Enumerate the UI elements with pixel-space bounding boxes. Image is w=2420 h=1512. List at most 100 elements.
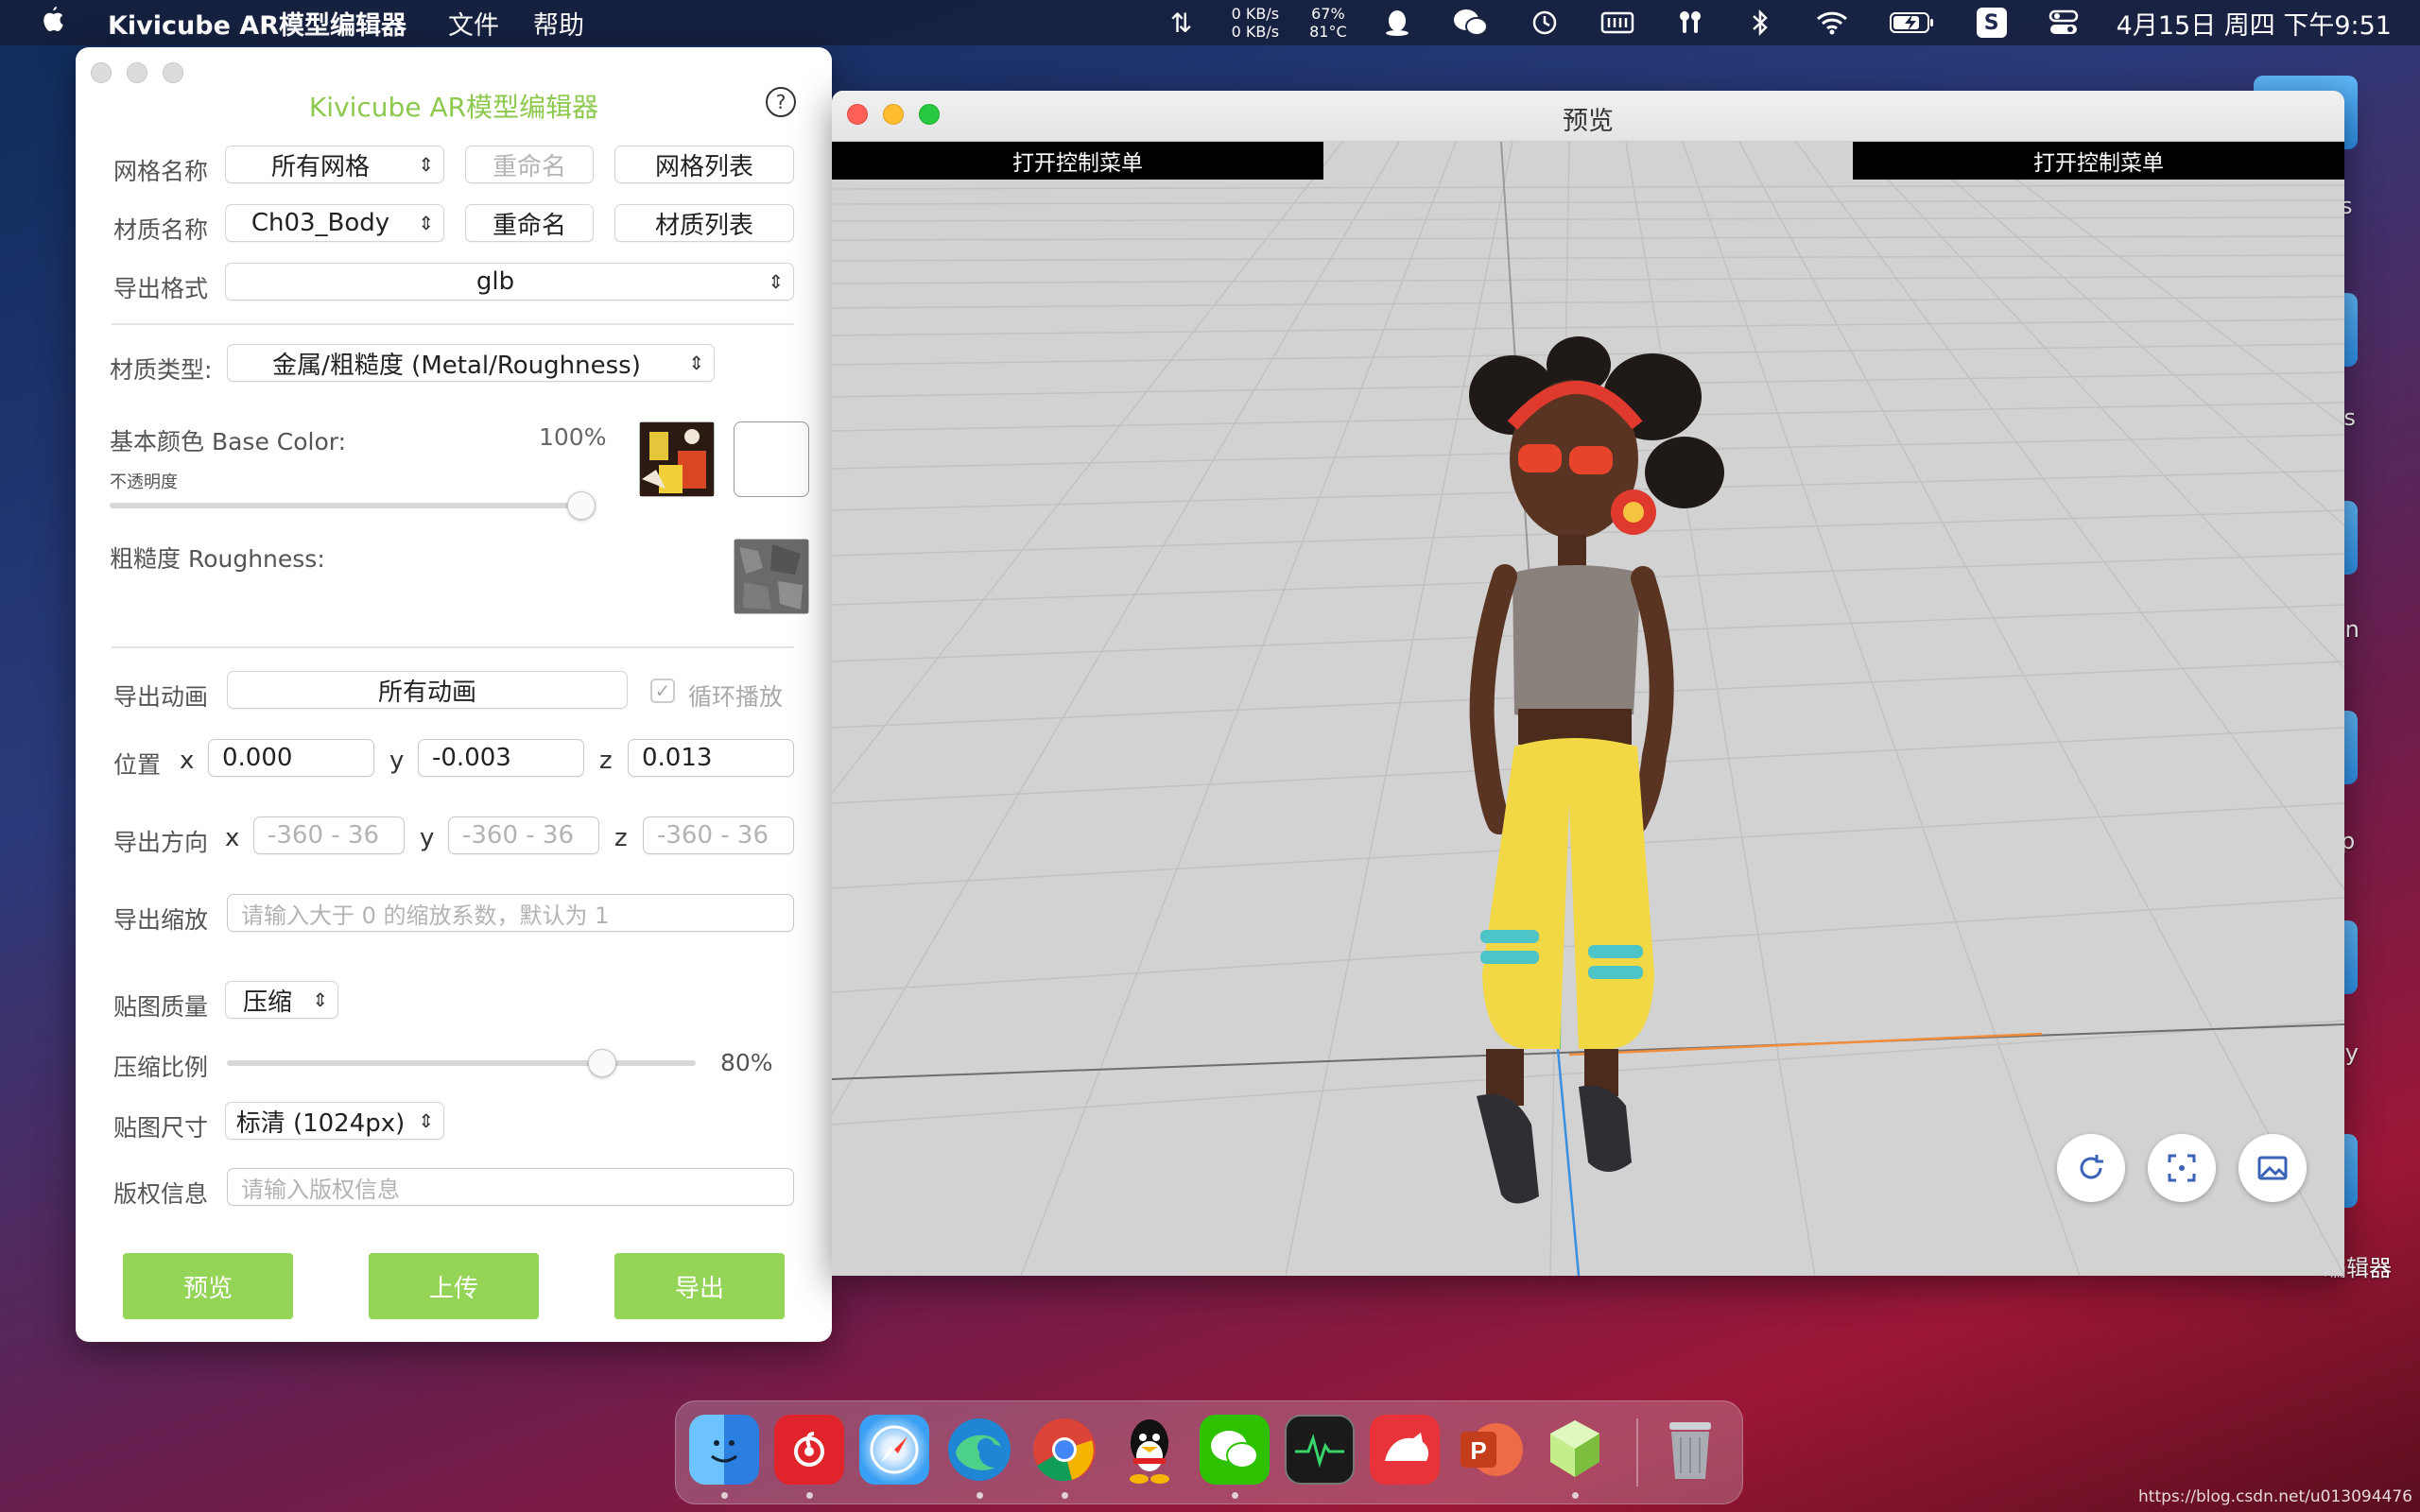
netease-music-icon[interactable] [774,1415,844,1485]
mesh-list-button[interactable]: 网格列表 [614,146,794,183]
bear-icon[interactable] [1370,1415,1440,1485]
loop-checkbox[interactable]: ✓ [650,679,675,703]
rot-y-input[interactable]: -360 - 36 [448,816,599,854]
wechat-menubar-icon[interactable] [1453,8,1489,38]
time-machine-icon[interactable] [1530,9,1559,37]
close-icon[interactable] [91,62,112,83]
material-type-label: 材质类型: [110,356,213,384]
menubar: Kivicube AR模型编辑器 文件 帮助 ⇅ 0 KB/s 0 KB/s 6… [0,0,2420,45]
kivicube-icon[interactable] [1540,1415,1610,1485]
material-select[interactable]: Ch03_Body ⇕ [225,204,444,242]
chrome-icon[interactable] [1029,1415,1099,1485]
section-divider [112,323,794,325]
base-color-swatch[interactable] [734,421,809,497]
svg-text:P: P [1470,1436,1486,1465]
opacity-label: 不透明度 [110,472,178,492]
trash-icon[interactable] [1655,1415,1725,1485]
chevron-updown-icon: ⇕ [768,270,784,293]
material-list-button[interactable]: 材质列表 [614,204,794,242]
network-speed[interactable]: 0 KB/s 0 KB/s [1232,5,1279,41]
roughness-label: 粗糙度 Roughness: [110,545,325,573]
scale-input[interactable]: 请输入大于 0 的缩放系数，默认为 1 [227,894,794,932]
menubar-clock[interactable]: 4月15日 周四 下午9:51 [2117,5,2392,42]
mesh-rename-button[interactable]: 重命名 [465,146,594,183]
compress-slider-knob[interactable] [587,1049,616,1077]
screenshot-button[interactable] [2238,1134,2307,1202]
export-button[interactable]: 导出 [614,1253,785,1319]
pos-x-input[interactable]: 0.000 [208,739,374,777]
rot-x-label: x [225,824,240,852]
airpods-icon[interactable] [1676,9,1704,37]
chevron-updown-icon: ⇕ [418,1109,434,1132]
battery-icon[interactable] [1889,11,1935,34]
dock-separator [1636,1418,1638,1486]
wifi-icon[interactable] [1816,9,1848,36]
control-menu-right-button[interactable]: 打开控制菜单 [1853,142,2344,180]
net-down-text: 0 KB/s [1231,23,1280,41]
roughness-texture-thumbnail[interactable] [734,539,809,614]
minimize-icon[interactable] [127,62,147,83]
memory-icon[interactable] [1600,10,1634,35]
network-arrows-icon[interactable]: ⇅ [1167,8,1196,39]
rot-z-input[interactable]: -360 - 36 [643,816,794,854]
export-animation-label: 导出动画 [113,683,209,711]
cpu-stats[interactable]: 67% 81°C [1309,5,1347,41]
activity-monitor-icon[interactable] [1285,1415,1355,1485]
preview-button[interactable]: 预览 [123,1253,293,1319]
chevron-updown-icon: ⇕ [418,212,434,234]
pos-y-input[interactable]: -0.003 [418,739,584,777]
preview-window: 预览 打开控制菜单 打开控制菜单 [832,91,2344,1276]
edge-icon[interactable] [944,1415,1014,1485]
fit-view-button[interactable] [2148,1134,2216,1202]
compress-slider-track[interactable] [227,1060,696,1066]
rot-y-label: y [420,824,435,852]
animation-select[interactable]: 所有动画 [227,671,628,709]
safari-icon[interactable] [859,1415,929,1485]
menubar-app-name[interactable]: Kivicube AR模型编辑器 [108,5,406,42]
zoom-icon[interactable] [163,62,183,83]
material-select-value: Ch03_Body [251,209,390,237]
wechat-icon[interactable] [1200,1415,1270,1485]
control-center-icon[interactable] [2048,9,2079,36]
chevron-updown-icon: ⇕ [312,988,328,1011]
running-indicator [1232,1492,1238,1499]
apple-icon[interactable] [25,5,79,41]
upload-button[interactable]: 上传 [369,1253,539,1319]
texture-quality-select[interactable]: 压缩 ⇕ [225,981,338,1019]
pos-x-label: x [180,747,195,775]
opacity-slider-knob[interactable] [567,491,596,520]
export-format-select[interactable]: glb ⇕ [225,263,794,301]
running-indicator [721,1492,728,1499]
bluetooth-icon[interactable] [1746,9,1774,37]
base-color-percent: 100% [539,423,607,451]
opacity-slider-track[interactable] [110,503,590,508]
preview-title: 预览 [1563,107,1614,136]
3d-viewport[interactable]: 打开控制菜单 打开控制菜单 [832,142,2344,1276]
base-color-texture-thumbnail[interactable] [639,421,715,497]
rotation-label: 导出方向 [113,829,209,856]
sogou-input-icon[interactable]: S [1976,8,2007,38]
editor-title: Kivicube AR模型编辑器 [308,92,599,123]
export-format-value: glb [475,267,515,296]
qq-icon[interactable] [1115,1415,1184,1485]
control-menu-left-button[interactable]: 打开控制菜单 [832,142,1323,180]
finder-icon[interactable] [689,1415,759,1485]
watermark-url: https://blog.csdn.net/u013094476 [2138,1487,2412,1506]
material-name-label: 材质名称 [113,216,209,244]
texture-size-select[interactable]: 标清 (1024px) ⇕ [225,1102,444,1140]
help-icon[interactable]: ? [766,87,796,117]
reset-view-button[interactable] [2057,1134,2125,1202]
qq-menubar-icon[interactable] [1383,9,1411,37]
powerpoint-icon[interactable]: P [1455,1415,1525,1485]
section-divider [112,646,794,648]
menu-file[interactable]: 文件 [448,5,499,42]
menu-help[interactable]: 帮助 [533,5,584,42]
copyright-input[interactable]: 请输入版权信息 [227,1168,794,1206]
material-type-select[interactable]: 金属/粗糙度 (Metal/Roughness) ⇕ [227,344,715,382]
mesh-select[interactable]: 所有网格 ⇕ [225,146,444,183]
material-rename-button[interactable]: 重命名 [465,204,594,242]
rot-x-input[interactable]: -360 - 36 [253,816,405,854]
scene-grid [832,142,2344,1276]
pos-z-input[interactable]: 0.013 [628,739,794,777]
image-icon [2257,1156,2288,1180]
